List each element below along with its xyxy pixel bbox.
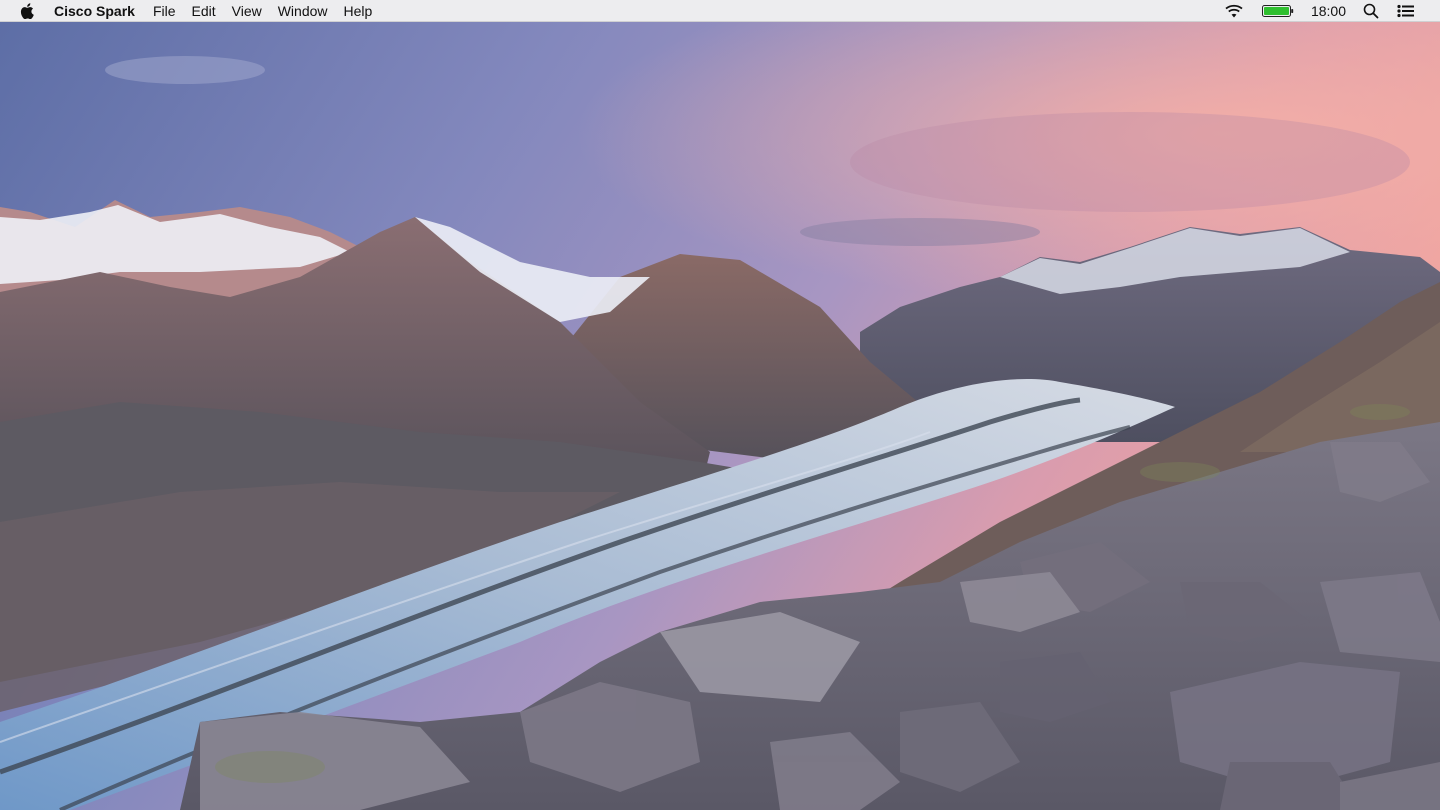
apple-logo-icon[interactable] bbox=[0, 0, 54, 22]
menu-file[interactable]: File bbox=[145, 0, 184, 22]
wifi-icon[interactable] bbox=[1215, 0, 1253, 22]
magnifier-glyph bbox=[1363, 3, 1379, 18]
menu-help[interactable]: Help bbox=[336, 0, 381, 22]
menu-bar-clock[interactable]: 18:00 bbox=[1303, 0, 1354, 22]
battery-glyph bbox=[1261, 4, 1294, 17]
spotlight-search-icon[interactable] bbox=[1354, 0, 1388, 22]
desktop-wallpaper bbox=[0, 22, 1440, 810]
apple-logo-glyph bbox=[20, 2, 34, 19]
battery-icon[interactable] bbox=[1253, 0, 1303, 22]
menu-view[interactable]: View bbox=[224, 0, 270, 22]
desktop-screen: Cisco Spark File Edit View Window Help 1… bbox=[0, 0, 1440, 810]
menu-bar: Cisco Spark File Edit View Window Help 1… bbox=[0, 0, 1440, 22]
menu-app-name[interactable]: Cisco Spark bbox=[54, 0, 145, 22]
menu-window[interactable]: Window bbox=[270, 0, 336, 22]
list-bullets-glyph bbox=[1397, 4, 1414, 17]
menu-bar-status-area: 18:00 bbox=[1215, 0, 1440, 22]
battery-level-fill bbox=[1263, 6, 1289, 15]
menu-edit[interactable]: Edit bbox=[184, 0, 224, 22]
notification-center-icon[interactable] bbox=[1388, 0, 1424, 22]
menu-bar-left: Cisco Spark File Edit View Window Help bbox=[0, 0, 380, 22]
wifi-glyph bbox=[1225, 4, 1243, 17]
